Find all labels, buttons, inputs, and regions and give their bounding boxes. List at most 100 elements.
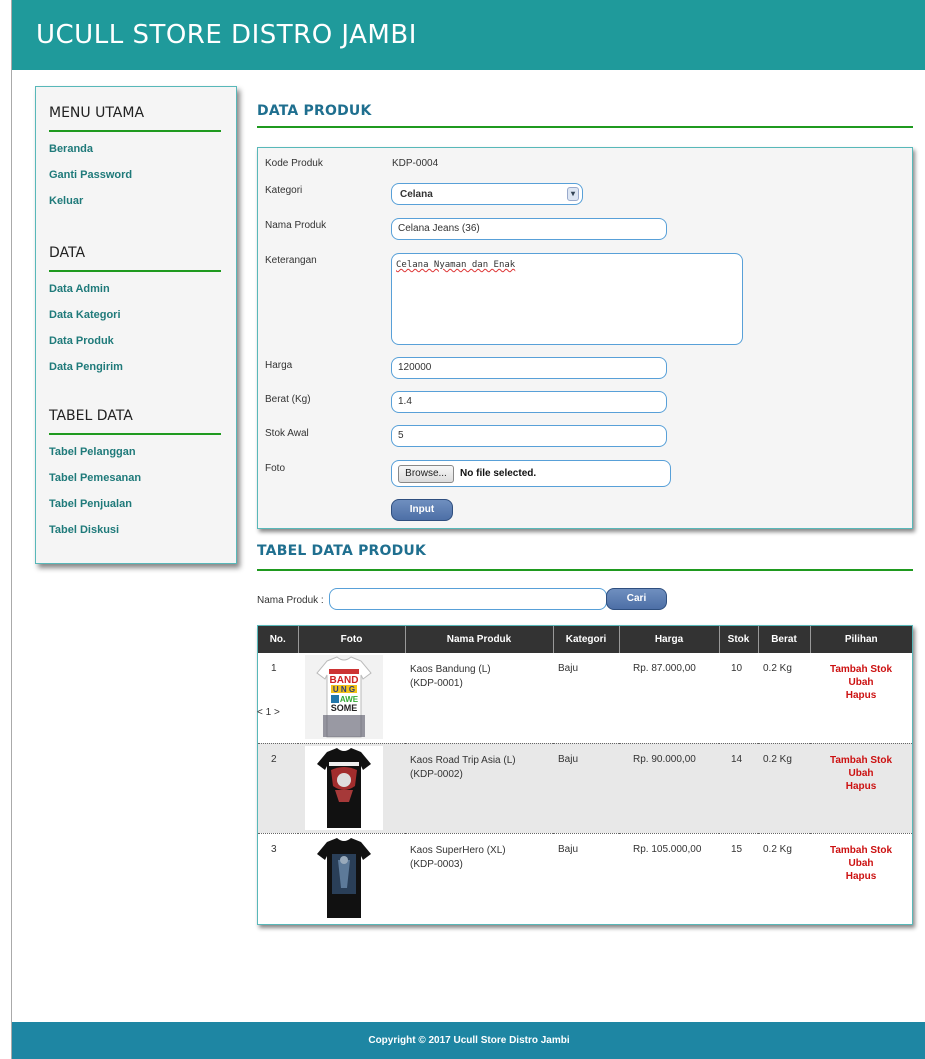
ubah-link[interactable]: Ubah: [810, 676, 912, 689]
chevron-down-icon[interactable]: ▾: [567, 187, 579, 201]
product-table-panel: No. Foto Nama Produk Kategori Harga Stok…: [257, 625, 913, 925]
table-row: 3 Kaos SuperHero (XL) (KDP-0003) Baju Rp…: [258, 832, 912, 923]
search-label: Nama Produk :: [257, 595, 324, 606]
header-kategori: Kategori: [553, 626, 620, 653]
cell-foto: [298, 832, 405, 923]
hapus-link[interactable]: Hapus: [810, 689, 912, 702]
header-harga: Harga: [619, 626, 720, 653]
product-form: Kode Produk KDP-0004 Kategori Celana ▾ N…: [257, 147, 913, 529]
sidebar-title-tabel-data: TABEL DATA: [49, 408, 221, 435]
cell-stok: 10: [731, 663, 743, 674]
stok-awal-label: Stok Awal: [265, 428, 309, 439]
sidebar-item-tabel-pemesanan[interactable]: Tabel Pemesanan: [49, 472, 141, 484]
sidebar-item-tabel-pelanggan[interactable]: Tabel Pelanggan: [49, 446, 136, 458]
search-input[interactable]: [329, 588, 607, 610]
product-image: [305, 835, 383, 920]
sidebar-item-data-kategori[interactable]: Data Kategori: [49, 309, 121, 321]
cell-kategori: Baju: [553, 742, 619, 833]
nama-produk-input[interactable]: Celana Jeans (36): [391, 218, 667, 240]
foto-label: Foto: [265, 463, 286, 474]
sidebar-section-data: DATA Data Admin Data Kategori Data Produ…: [49, 245, 221, 387]
ubah-link[interactable]: Ubah: [810, 857, 912, 870]
table-row: 1 BAND U N G AWE SOME Kaos Bandung (L) (…: [258, 653, 912, 743]
sidebar-title-data: DATA: [49, 245, 221, 272]
product-table: No. Foto Nama Produk Kategori Harga Stok…: [258, 626, 912, 923]
cell-harga: Rp. 87.000,00: [633, 663, 696, 674]
table-header-row: No. Foto Nama Produk Kategori Harga Stok…: [258, 626, 912, 653]
nama-produk-label: Nama Produk: [265, 220, 327, 231]
kode-produk-label: Kode Produk: [265, 158, 323, 169]
cell-stok: 14: [719, 742, 758, 833]
sidebar-item-tabel-penjualan[interactable]: Tabel Penjualan: [49, 498, 132, 510]
sidebar-item-tabel-diskusi[interactable]: Tabel Diskusi: [49, 524, 119, 536]
sidebar-item-data-pengirim[interactable]: Data Pengirim: [49, 361, 123, 373]
hapus-link[interactable]: Hapus: [810, 780, 912, 793]
cell-no: 1: [271, 663, 277, 674]
site-footer: Copyright © 2017 Ucull Store Distro Jamb…: [12, 1022, 925, 1059]
site-header: UCULL STORE DISTRO JAMBI: [12, 0, 925, 70]
cell-nama-produk: Kaos Bandung (L) (KDP-0001): [405, 653, 553, 743]
table-section-title: TABEL DATA PRODUK: [257, 543, 427, 559]
stok-awal-input[interactable]: 5: [391, 425, 667, 447]
header-nama-produk: Nama Produk: [405, 626, 554, 653]
header-berat: Berat: [758, 626, 811, 653]
table-section-divider: [257, 569, 913, 571]
tambah-stok-link[interactable]: Tambah Stok: [810, 754, 912, 767]
sidebar-item-keluar[interactable]: Keluar: [49, 195, 83, 207]
cell-berat: 0.2 Kg: [763, 663, 792, 674]
form-section-divider: [257, 126, 913, 128]
svg-text:U N G: U N G: [333, 685, 355, 694]
berat-label: Berat (Kg): [265, 394, 311, 405]
kategori-select[interactable]: Celana ▾: [391, 183, 583, 205]
ubah-link[interactable]: Ubah: [810, 767, 912, 780]
cell-pilihan: Tambah Stok Ubah Hapus: [810, 832, 912, 923]
cell-nama-produk: Kaos SuperHero (XL) (KDP-0003): [405, 832, 553, 923]
sidebar-section-tabel-data: TABEL DATA Tabel Pelanggan Tabel Pemesan…: [49, 408, 221, 550]
product-image: [305, 745, 383, 830]
product-code: (KDP-0003): [410, 858, 463, 870]
product-image: BAND U N G AWE SOME: [305, 655, 383, 739]
sidebar-item-data-admin[interactable]: Data Admin: [49, 283, 110, 295]
product-name: Kaos Bandung (L): [410, 664, 491, 675]
product-code: (KDP-0001): [410, 678, 463, 689]
harga-input[interactable]: 120000: [391, 357, 667, 379]
copyright-text: Copyright © 2017 Ucull Store Distro Jamb…: [368, 1035, 570, 1046]
cari-button[interactable]: Cari: [606, 588, 667, 610]
hapus-link[interactable]: Hapus: [810, 870, 912, 883]
sidebar: MENU UTAMA Beranda Ganti Password Keluar…: [35, 86, 237, 564]
sidebar-item-ganti-password[interactable]: Ganti Password: [49, 169, 132, 181]
sidebar-title-menu-utama: MENU UTAMA: [49, 105, 221, 132]
foto-file-input[interactable]: Browse... No file selected.: [391, 460, 671, 487]
cell-no: 3: [258, 832, 298, 923]
page: UCULL STORE DISTRO JAMBI MENU UTAMA Bera…: [11, 0, 925, 1059]
harga-label: Harga: [265, 360, 293, 371]
keterangan-label: Keterangan: [265, 255, 317, 266]
cell-kategori: Baju: [558, 663, 579, 674]
input-button[interactable]: Input: [391, 499, 453, 521]
cell-berat: 0.2 Kg: [758, 832, 810, 923]
tambah-stok-link[interactable]: Tambah Stok: [810, 844, 912, 857]
cell-foto: [298, 742, 405, 833]
berat-input[interactable]: 1.4: [391, 391, 667, 413]
browse-button[interactable]: Browse...: [398, 465, 454, 483]
tshirt-white-icon: BAND U N G AWE SOME: [305, 655, 383, 739]
sidebar-item-data-produk[interactable]: Data Produk: [49, 335, 114, 347]
kategori-selected-value: Celana: [400, 189, 433, 200]
file-status: No file selected.: [460, 468, 537, 479]
keterangan-text: Celana Nyaman dan Enak: [396, 260, 516, 270]
keterangan-textarea[interactable]: Celana Nyaman dan Enak: [391, 253, 743, 345]
sidebar-item-beranda[interactable]: Beranda: [49, 143, 93, 155]
form-section-title: DATA PRODUK: [257, 103, 372, 119]
cell-pilihan: Tambah Stok Ubah Hapus: [810, 653, 912, 743]
pagination[interactable]: < 1 >: [257, 707, 280, 718]
kategori-label: Kategori: [265, 185, 303, 196]
table-row: 2 Kaos Road Trip Asia (L) (KDP-0002) Baj…: [258, 742, 912, 833]
tambah-stok-link[interactable]: Tambah Stok: [810, 663, 912, 676]
product-name: Kaos Road Trip Asia (L): [410, 754, 516, 766]
cell-harga: Rp. 105.000,00: [619, 832, 719, 923]
header-no: No.: [258, 626, 299, 653]
product-code: (KDP-0002): [410, 768, 463, 780]
header-foto: Foto: [298, 626, 406, 653]
cell-berat: 0.2 Kg: [758, 742, 810, 833]
cell-foto: BAND U N G AWE SOME: [298, 653, 405, 743]
